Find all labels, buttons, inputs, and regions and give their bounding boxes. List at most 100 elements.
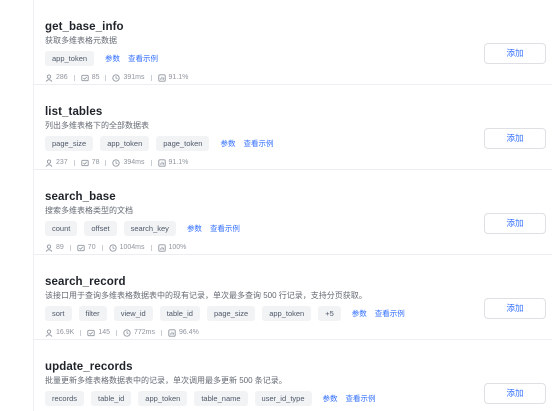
param-chips: page_size app_token page_token 参数 查看示例 <box>45 136 465 151</box>
users-icon <box>45 158 53 167</box>
stat-divider <box>115 329 117 336</box>
add-button[interactable]: 添加 <box>484 298 546 319</box>
param-chip: app_token <box>100 136 150 151</box>
param-chips: records table_id app_token table_name us… <box>45 391 465 406</box>
plugin-description: 该接口用于查询多维表格数据表中的现有记录，单次最多查询 500 行记录，支持分页… <box>45 291 367 300</box>
param-chip: table_name <box>194 391 248 406</box>
param-chip: count <box>45 221 78 236</box>
stat-divider <box>73 159 75 166</box>
plugin-stats: 286 85 391ms 91.1% <box>45 72 465 83</box>
plugin-description: 批量更新多维表格数据表中的记录，单次调用最多更新 500 条记录。 <box>45 376 287 385</box>
param-chip: page_size <box>45 136 94 151</box>
calls-count: 145 <box>98 329 110 336</box>
stat-divider <box>161 329 162 336</box>
calls-count: 78 <box>91 159 100 166</box>
plugin-stats: 237 78 394ms 91.1% <box>45 157 465 168</box>
success-rate-value: 91.1% <box>168 74 189 81</box>
param-chip: page_size <box>206 306 256 321</box>
clock-icon <box>108 243 117 252</box>
calls-icon <box>81 159 89 166</box>
users-icon <box>45 328 53 337</box>
latency-value: 1004ms <box>119 244 145 251</box>
view-example-link[interactable]: 查看示例 <box>375 306 405 321</box>
param-chips: count offset search_key 参数 查看示例 <box>45 221 465 236</box>
stat-divider <box>150 244 152 251</box>
users-icon <box>45 243 53 252</box>
stat-divider <box>105 74 107 81</box>
clock-icon <box>112 73 121 82</box>
param-chip: filter <box>78 306 107 321</box>
view-example-link[interactable]: 查看示例 <box>128 51 158 66</box>
clock-icon <box>123 328 131 337</box>
plugin-title: list_tables <box>45 106 103 118</box>
stat-divider <box>69 244 71 251</box>
param-chip: page_token <box>156 136 210 151</box>
success-rate-value: 100% <box>168 244 187 251</box>
stat-divider <box>150 74 152 81</box>
param-chips: app_token 参数 查看示例 <box>45 51 465 66</box>
plugin-title: search_record <box>45 276 126 288</box>
success-rate-icon <box>157 73 166 82</box>
calls-count: 70 <box>87 244 96 251</box>
plugin-row-update-records: update_records 批量更新多维表格数据表中的记录，单次调用最多更新 … <box>34 340 552 411</box>
success-rate-value: 91.1% <box>168 159 189 166</box>
param-chip: app_token <box>45 51 95 66</box>
more-params-chip[interactable]: +5 <box>318 306 341 321</box>
plugin-row-search-record: search_record 该接口用于查询多维表格数据表中的现有记录，单次最多查… <box>34 255 552 340</box>
plugin-description: 搜索多维表格类型的文档 <box>45 206 133 215</box>
success-rate-icon <box>157 243 166 252</box>
plugin-stats: 16.9K 145 772ms 96.4% <box>45 327 465 338</box>
success-rate-icon <box>157 158 166 167</box>
params-link[interactable]: 参数 <box>105 51 120 66</box>
clock-icon <box>112 158 121 167</box>
view-example-link[interactable]: 查看示例 <box>210 221 240 236</box>
latency-value: 391ms <box>123 74 145 81</box>
param-chip: offset <box>84 221 117 236</box>
stat-divider <box>105 159 107 166</box>
calls-icon <box>77 244 85 251</box>
plugin-description: 获取多维表格元数据 <box>45 36 117 45</box>
stat-divider <box>80 329 82 336</box>
view-example-link[interactable]: 查看示例 <box>346 391 376 406</box>
param-chip: table_id <box>91 391 132 406</box>
params-link[interactable]: 参数 <box>352 306 367 321</box>
users-count: 89 <box>56 244 64 251</box>
plugin-description: 列出多维表格下的全部数据表 <box>45 121 149 130</box>
view-example-link[interactable]: 查看示例 <box>243 136 273 151</box>
param-chips: sort filter view_id table_id page_size a… <box>45 306 465 321</box>
param-chip: view_id <box>113 306 153 321</box>
users-count: 16.9K <box>56 329 75 336</box>
success-rate-icon <box>168 328 176 337</box>
stat-divider <box>150 159 152 166</box>
calls-icon <box>81 74 89 81</box>
param-chip: sort <box>45 306 72 321</box>
add-button[interactable]: 添加 <box>484 43 546 64</box>
calls-icon <box>87 329 95 336</box>
users-count: 237 <box>56 159 68 166</box>
params-link[interactable]: 参数 <box>220 136 235 151</box>
plugin-stats: 89 70 1004ms 100% <box>45 242 465 253</box>
users-count: 286 <box>56 74 68 81</box>
params-link[interactable]: 参数 <box>323 391 338 406</box>
param-chip: app_token <box>262 306 312 321</box>
param-chip: records <box>45 391 85 406</box>
calls-count: 85 <box>91 74 100 81</box>
params-link[interactable]: 参数 <box>187 221 202 236</box>
plugin-title: get_base_info <box>45 21 124 33</box>
plugin-row-get-base-info: get_base_info 获取多维表格元数据 app_token 参数 查看示… <box>34 0 552 85</box>
latency-value: 394ms <box>123 159 145 166</box>
plugin-title: update_records <box>45 361 133 373</box>
param-chip: search_key <box>123 221 176 236</box>
plugin-title: search_base <box>45 191 116 203</box>
add-button[interactable]: 添加 <box>484 383 546 404</box>
plugin-tool-list: get_base_info 获取多维表格元数据 app_token 参数 查看示… <box>33 0 552 411</box>
param-chip: table_id <box>159 306 200 321</box>
plugin-row-search-base: search_base 搜索多维表格类型的文档 count offset sea… <box>34 170 552 255</box>
param-chip: app_token <box>138 391 188 406</box>
plugin-row-list-tables: list_tables 列出多维表格下的全部数据表 page_size app_… <box>34 85 552 170</box>
param-chip: user_id_type <box>254 391 312 406</box>
latency-value: 772ms <box>133 329 155 336</box>
add-button[interactable]: 添加 <box>484 213 546 234</box>
add-button[interactable]: 添加 <box>484 128 546 149</box>
stat-divider <box>73 74 75 81</box>
